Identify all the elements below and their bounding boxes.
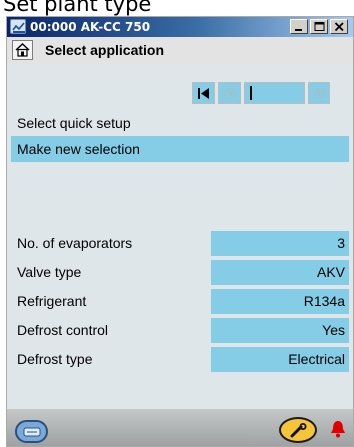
next-icon <box>314 88 326 99</box>
app-header: Select application <box>7 37 353 63</box>
alarm-bell-icon[interactable] <box>329 419 347 439</box>
home-icon <box>15 43 30 57</box>
window-controls <box>290 19 348 35</box>
parameter-label: Defrost control <box>11 318 209 343</box>
home-button[interactable] <box>12 40 33 60</box>
title-bar: 00:000 AK-CC 750 <box>7 17 353 37</box>
parameter-row: Refrigerant R134a <box>7 289 353 314</box>
parameter-row: No. of evaporators 3 <box>7 231 353 256</box>
main-panel: Select quick setup Make new selection No… <box>7 64 353 409</box>
display-button[interactable] <box>15 420 48 443</box>
page-caption: Set plant type <box>3 0 152 16</box>
parameter-value[interactable]: 3 <box>211 231 349 256</box>
record-field[interactable] <box>244 82 305 104</box>
wrench-icon <box>290 423 307 438</box>
window-title: 00:000 AK-CC 750 <box>30 20 151 34</box>
parameter-label: No. of evaporators <box>11 231 209 256</box>
close-icon <box>334 22 344 32</box>
record-navigator <box>192 82 330 104</box>
maximize-icon <box>314 22 325 31</box>
app-icon <box>10 19 26 34</box>
maximize-button[interactable] <box>310 19 328 34</box>
minimize-button[interactable] <box>290 19 308 34</box>
minimize-icon <box>295 29 302 31</box>
quick-setup-select[interactable]: Make new selection <box>11 136 349 162</box>
service-button[interactable] <box>279 417 317 443</box>
parameter-value[interactable]: Yes <box>211 318 349 343</box>
app-window: 00:000 AK-CC 750 Select application Sele… <box>6 16 354 447</box>
parameter-label: Valve type <box>11 260 209 285</box>
footer-bar <box>7 409 353 446</box>
page-title: Select application <box>45 42 165 58</box>
parameter-row: Defrost control Yes <box>7 318 353 343</box>
parameter-value[interactable]: Electrical <box>211 347 349 372</box>
display-icon <box>23 427 41 437</box>
parameter-value[interactable]: R134a <box>211 289 349 314</box>
close-button[interactable] <box>330 19 348 34</box>
text-cursor <box>250 86 252 100</box>
next-record-button[interactable] <box>308 82 330 104</box>
previous-record-button[interactable] <box>218 82 241 104</box>
first-icon <box>198 88 209 99</box>
parameter-row: Defrost type Electrical <box>7 347 353 372</box>
prev-icon <box>224 88 236 99</box>
parameter-list: No. of evaporators 3 Valve type AKV Refr… <box>7 231 353 376</box>
quick-setup-label: Select quick setup <box>17 115 131 131</box>
parameter-label: Refrigerant <box>11 289 209 314</box>
parameter-value[interactable]: AKV <box>211 260 349 285</box>
parameter-row: Valve type AKV <box>7 260 353 285</box>
parameter-label: Defrost type <box>11 347 209 372</box>
first-record-button[interactable] <box>192 82 215 104</box>
